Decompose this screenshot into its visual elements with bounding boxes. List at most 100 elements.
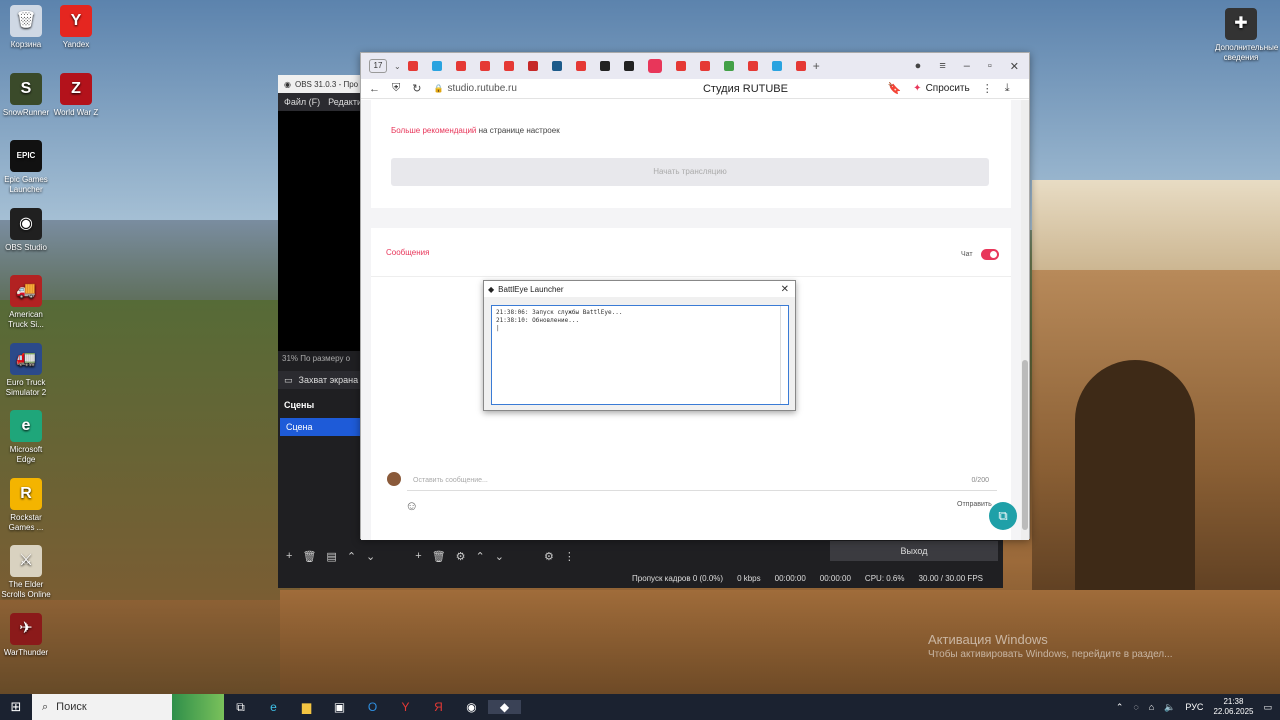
tab-favicon[interactable] (407, 61, 418, 71)
desktop-icon[interactable]: R Rockstar Games ... (0, 478, 52, 533)
desktop-icon[interactable]: 🚚 American Truck Si... (0, 275, 52, 330)
desktop-icon[interactable]: ⚔ The Elder Scrolls Online (0, 545, 52, 600)
more-icon[interactable]: ⋮ (564, 550, 575, 563)
tab-favicon[interactable] (747, 61, 758, 71)
tab-favicon[interactable] (623, 61, 634, 71)
minimize-icon[interactable]: – (964, 60, 970, 73)
notification-icon[interactable]: ▭ (1263, 702, 1272, 713)
bookmark-icon[interactable]: 🔖 (887, 82, 901, 95)
desktop-icon[interactable]: Y Yandex (50, 5, 102, 50)
outlook-icon[interactable]: O (356, 700, 389, 714)
tab-favicon[interactable] (771, 61, 782, 71)
tray-chevron-icon[interactable]: ⌃ (1116, 702, 1124, 713)
file-explorer-icon[interactable]: ▆ (290, 700, 323, 714)
trash-icon[interactable]: 🗑 (302, 550, 316, 563)
obs-taskbar-icon[interactable]: ◉ (455, 700, 488, 714)
store-icon[interactable]: ▣ (323, 700, 356, 714)
battleye-log[interactable]: 21:38:06: Запуск службы BattlEye... 21:3… (491, 305, 789, 405)
page-scrollbar[interactable] (1021, 100, 1029, 540)
tab-favicon[interactable] (723, 61, 734, 71)
tab-count[interactable]: 17 (369, 59, 387, 73)
tray-app-icon[interactable]: ◌ (1133, 702, 1138, 712)
maximize-icon[interactable]: ▫ (988, 60, 992, 73)
tab-favicon[interactable] (527, 61, 538, 71)
mixer-gear-icon[interactable]: ⚙ (544, 550, 554, 563)
download-icon[interactable]: ⤓ (1005, 82, 1010, 95)
messages-title[interactable]: Сообщения (386, 248, 429, 257)
more-vertical-icon[interactable]: ⋮ (982, 82, 993, 95)
filter-icon[interactable]: ▤ (326, 550, 336, 563)
tab-favicon[interactable] (455, 61, 466, 71)
recommendations-link[interactable]: Больше рекомендаций (391, 126, 476, 135)
scrollbar-thumb[interactable] (1022, 360, 1028, 530)
obs-source-capture[interactable]: ▭ Захват экрана (278, 371, 360, 389)
tab-favicon[interactable] (479, 61, 490, 71)
tab-active-favicon[interactable] (647, 59, 662, 73)
source-down-icon[interactable]: ⌄ (495, 550, 504, 563)
desktop-icon[interactable]: 🚛 Euro Truck Simulator 2 (0, 343, 52, 398)
edge-icon[interactable]: e (257, 700, 290, 714)
network-icon[interactable]: ⌂ (1149, 702, 1154, 712)
battleye-taskbar-icon[interactable]: ◆ (488, 700, 521, 714)
volume-icon[interactable]: 🔈 (1164, 702, 1175, 713)
tab-favicon[interactable] (795, 61, 806, 71)
clock[interactable]: 21:38 22.06.2025 (1213, 697, 1253, 717)
tab-favicon[interactable] (575, 61, 586, 71)
language-indicator[interactable]: РУС (1185, 702, 1203, 712)
message-input[interactable]: Оставить сообщение... 0/200 (407, 473, 997, 491)
lock-icon: 🔒 (433, 84, 444, 93)
menu-icon[interactable]: ≡ (939, 60, 945, 73)
url-field[interactable]: 🔒 studio.rutube.ru (433, 83, 603, 94)
desktop-icon[interactable]: ✈ WarThunder (0, 613, 52, 658)
close-icon[interactable]: ✕ (1010, 60, 1019, 73)
desktop-icon[interactable]: EPIC Epic Games Launcher (0, 140, 52, 195)
remove-source-icon[interactable]: 🗑 (432, 550, 446, 563)
yandex-browser-icon[interactable]: Y (389, 700, 422, 714)
tab-favicon[interactable] (503, 61, 514, 71)
desktop-icon[interactable]: e Microsoft Edge (0, 410, 52, 465)
emoji-icon[interactable]: ☺ (405, 498, 418, 513)
tab-favicon[interactable] (431, 61, 442, 71)
add-source-icon[interactable]: + (415, 550, 421, 562)
tabs-dropdown-icon[interactable]: ⌄ (394, 62, 401, 71)
battleye-titlebar[interactable]: ◆ BattlEye Launcher ✕ (484, 281, 795, 297)
source-up-icon[interactable]: ⌃ (476, 550, 485, 563)
profile-icon[interactable]: ● (915, 60, 922, 73)
reload-icon[interactable]: ↻ (412, 82, 421, 95)
obs-menu-file[interactable]: Файл (F) (284, 97, 320, 107)
add-icon[interactable]: + (286, 550, 292, 562)
start-stream-button[interactable]: Начать трансляцию (391, 158, 989, 186)
log-scrollbar[interactable] (780, 306, 788, 404)
desktop-icon[interactable]: ✚ Дополнительные сведения (1215, 8, 1278, 63)
task-view-icon[interactable]: ⧉ (224, 700, 257, 715)
search-highlight-image[interactable] (172, 694, 224, 720)
battleye-close-icon[interactable]: ✕ (781, 284, 795, 295)
ask-button[interactable]: ✦ Спросить (913, 83, 970, 94)
send-button[interactable]: Отправить (957, 501, 992, 508)
tab-favicon[interactable] (599, 61, 610, 71)
arrow-up-icon[interactable]: ⌃ (347, 550, 356, 563)
yandex-icon[interactable]: Я (422, 700, 455, 714)
obs-scene-item[interactable]: Сцена (280, 418, 360, 436)
chat-toggle[interactable] (981, 249, 999, 260)
tab-favicon[interactable] (551, 61, 562, 71)
tab-favicon[interactable] (699, 61, 710, 71)
obs-exit-button[interactable]: Выход (830, 541, 998, 561)
desktop-icon[interactable]: 🗑 Корзина (0, 5, 52, 50)
support-chat-icon[interactable]: ⧉ (989, 502, 1017, 530)
desktop-icon[interactable]: Z World War Z (50, 73, 102, 118)
windows-start-icon[interactable]: ⊞ (0, 699, 32, 715)
arrow-down-icon[interactable]: ⌄ (366, 550, 375, 563)
desktop-icon[interactable]: ◉ OBS Studio (0, 208, 52, 253)
shield-icon[interactable]: ⛨ (392, 82, 400, 95)
gear-icon[interactable]: ⚙ (456, 550, 466, 563)
obs-menu-edit[interactable]: Редакти (328, 97, 362, 107)
tab-favicon[interactable] (675, 61, 686, 71)
new-tab-icon[interactable]: + (813, 59, 820, 73)
obs-preview[interactable] (278, 111, 360, 351)
back-icon[interactable]: ← (369, 83, 380, 95)
taskbar-search[interactable]: ⌕ Поиск (32, 694, 172, 720)
obs-scenes-header: Сцены (284, 400, 315, 410)
battleye-dialog[interactable]: ◆ BattlEye Launcher ✕ 21:38:06: Запуск с… (483, 280, 796, 411)
desktop-icon[interactable]: S SnowRunner (0, 73, 52, 118)
